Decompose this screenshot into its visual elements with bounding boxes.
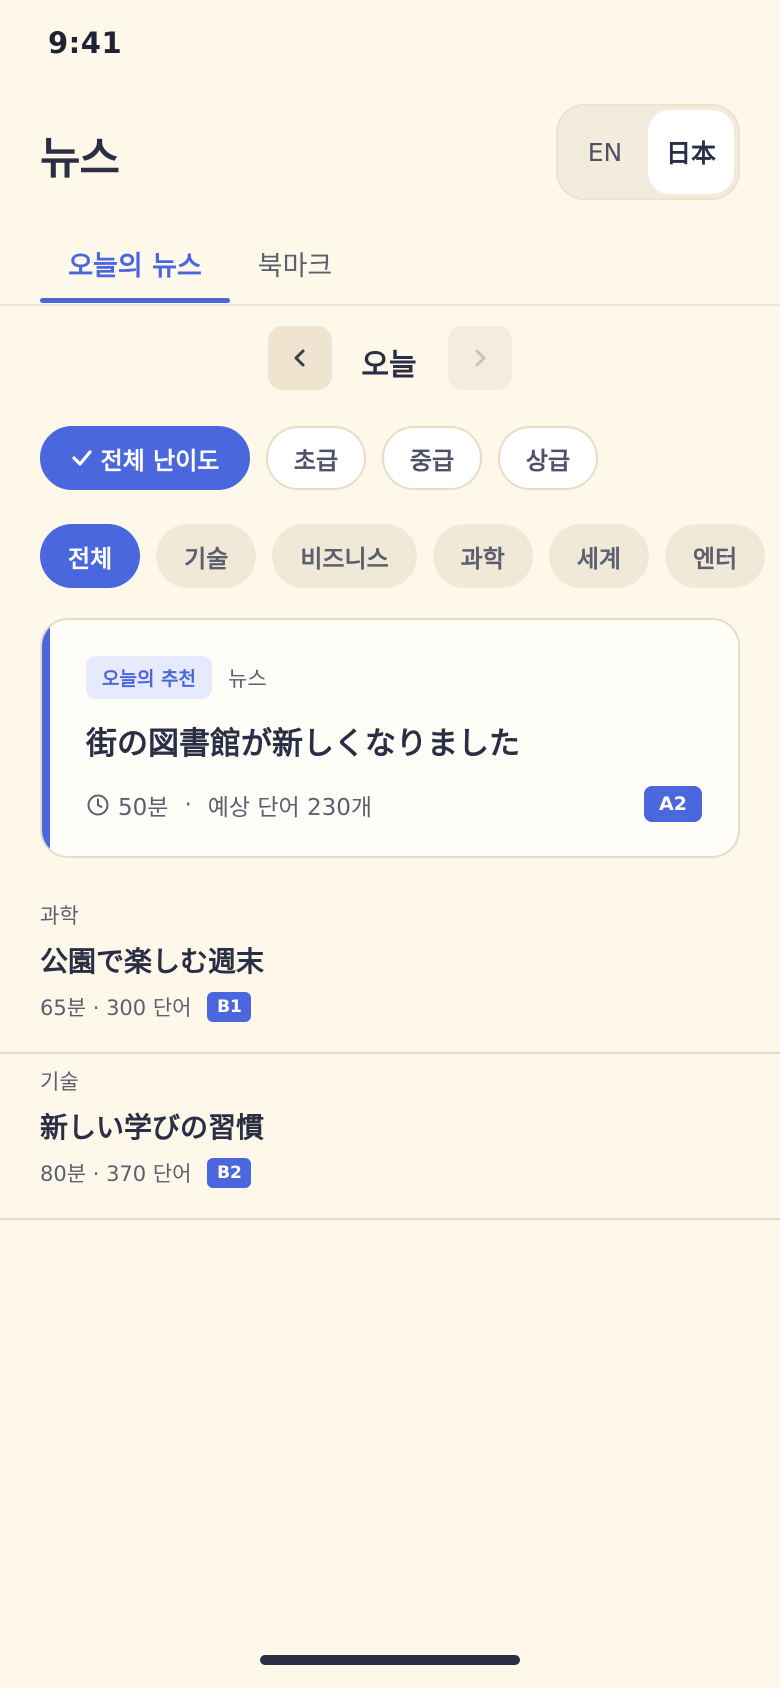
article-category: 기술 [40, 1070, 79, 1094]
home-indicator[interactable] [260, 1655, 520, 1665]
category-chip-world[interactable]: 세계 [548, 524, 650, 588]
article-meta: 65분 · 300 단어 [40, 996, 192, 1020]
previous-day-button[interactable] [268, 326, 332, 390]
featured-meta: 50분 · 예상 단어 230개 [86, 788, 372, 822]
article-title: 公園で楽しむ週末 [40, 945, 265, 978]
active-tab-indicator [40, 298, 230, 303]
category-chip-tech[interactable]: 기술 [156, 524, 257, 588]
chevron-left-icon [294, 349, 305, 367]
level-filter-all[interactable]: 전체 난이도 [40, 426, 250, 490]
tab-bookmarks[interactable]: 북마크 [230, 226, 360, 306]
article-meta: 80분 · 370 단어 [40, 1162, 192, 1186]
article-category: 과학 [40, 904, 79, 928]
level-filter-row: 전체 난이도 초급 중급 상급 [40, 426, 598, 490]
meta-separator: · [184, 792, 192, 818]
language-option-en[interactable]: EN [562, 110, 648, 194]
featured-title: 街の図書館が新しくなりました [86, 726, 520, 762]
language-option-ja[interactable]: 日本 [648, 110, 734, 194]
chevron-right-icon [475, 349, 486, 367]
level-filter-intermediate[interactable]: 중급 [382, 426, 482, 490]
featured-level-badge: A2 [644, 786, 702, 822]
status-time: 9:41 [48, 26, 123, 60]
checkmark-icon [72, 450, 92, 466]
article-list-item[interactable]: 과학 公園で楽しむ週末 65분 · 300 단어 B1 [0, 888, 780, 1054]
featured-duration: 50분 [118, 795, 169, 821]
category-chip-all[interactable]: 전체 [40, 524, 141, 588]
category-filter-row: 전체 기술 비즈니스 과학 세계 엔터 [40, 524, 766, 588]
clock-icon [87, 794, 109, 816]
next-day-button[interactable] [448, 326, 512, 390]
tab-todays-news[interactable]: 오늘의 뉴스 [40, 226, 230, 306]
current-date-label: 오늘 [361, 348, 417, 383]
article-level-badge: B2 [207, 1158, 252, 1188]
category-chip-entertainment[interactable]: 엔터 [665, 524, 766, 588]
level-filter-all-label: 전체 난이도 [100, 446, 220, 475]
category-chip-business[interactable]: 비즈니스 [272, 524, 417, 588]
level-filter-advanced[interactable]: 상급 [498, 426, 598, 490]
tab-bar: 오늘의 뉴스 북마크 [0, 226, 780, 306]
level-filter-beginner[interactable]: 초급 [266, 426, 366, 490]
featured-source: 뉴스 [228, 666, 267, 691]
featured-badge: 오늘의 추천 [86, 656, 213, 699]
featured-article-card[interactable]: 오늘의 추천 뉴스 街の図書館が新しくなりました 50분 · 예상 단어 230… [40, 618, 740, 858]
article-level-badge: B1 [207, 992, 252, 1022]
language-toggle[interactable]: EN 日本 [556, 104, 740, 200]
category-chip-science[interactable]: 과학 [432, 524, 533, 588]
featured-accent-bar [42, 620, 50, 856]
article-list-item[interactable]: 기술 新しい学びの習慣 80분 · 370 단어 B2 [0, 1054, 780, 1220]
date-navigator: 오늘 [0, 326, 780, 390]
page-title: 뉴스 [40, 133, 120, 184]
article-title: 新しい学びの習慣 [40, 1111, 265, 1144]
featured-word-count: 예상 단어 230개 [207, 795, 373, 821]
